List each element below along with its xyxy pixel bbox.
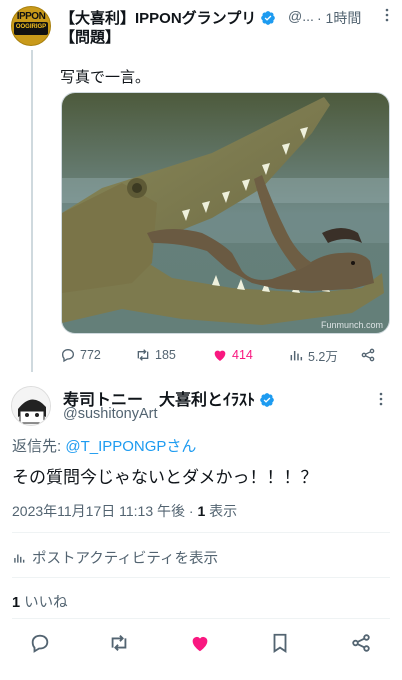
parent-header: 【大喜利】IPPONグランプリ @... · 1時間 【問題】 — [60, 6, 390, 46]
activity-icon — [14, 554, 25, 563]
post-timestamp[interactable]: 2023年11月17日 11:13 午後 · — [12, 503, 197, 519]
reply-count: 772 — [80, 348, 101, 362]
crocodile-photo — [62, 93, 389, 333]
heart-icon — [214, 350, 226, 361]
reply-author-handle[interactable]: @sushitonyArt — [63, 406, 158, 422]
post-photo[interactable]: Funmunch.com — [61, 92, 390, 334]
more-icon[interactable] — [374, 390, 388, 408]
views-button[interactable]: 5.2万 — [288, 346, 338, 364]
more-icon[interactable] — [380, 6, 394, 24]
divider — [12, 577, 390, 578]
ippon-avatar[interactable]: IPPON OOGIRIGP — [11, 6, 51, 46]
share-icon — [352, 634, 370, 652]
like-button[interactable]: 414 — [212, 346, 253, 364]
post-text: 写真で一言。 — [60, 69, 151, 86]
reply-like-count: 1 — [12, 595, 21, 611]
reply-button[interactable] — [29, 632, 53, 656]
repost-button[interactable]: 185 — [135, 346, 176, 364]
avatar-illustration — [12, 387, 50, 425]
repost-icon — [111, 635, 127, 651]
view-count: 5.2万 — [308, 349, 338, 364]
author-handle[interactable]: @... — [288, 8, 314, 24]
post-activity-link[interactable]: ポストアクティビティを表示 — [12, 547, 218, 568]
reply-button[interactable]: 772 — [60, 346, 101, 364]
post-time[interactable]: · 1時間 — [317, 8, 361, 28]
photo-credit: Funmunch.com — [320, 320, 383, 330]
divider — [12, 532, 390, 533]
divider — [12, 618, 390, 619]
reply-icon — [31, 634, 49, 653]
reply-action-bar — [0, 632, 402, 658]
repost-button[interactable] — [108, 632, 132, 656]
share-icon — [361, 348, 375, 362]
replying-to: 返信先: @T_IPPONGPさん — [12, 438, 197, 455]
bookmark-button[interactable] — [269, 632, 293, 656]
bookmark-icon — [273, 633, 287, 653]
share-button[interactable] — [360, 346, 376, 364]
repost-count: 185 — [155, 348, 176, 362]
verified-icon — [261, 11, 276, 25]
avatar-logo-text: IPPON — [16, 11, 46, 22]
like-summary[interactable]: 1 いいね — [12, 591, 68, 612]
post-metadata: 2023年11月17日 11:13 午後 · 1 表示 — [12, 503, 238, 519]
verified-icon — [260, 393, 275, 407]
thread-line — [31, 50, 33, 372]
like-count: 414 — [232, 348, 253, 362]
author-name[interactable]: 【大喜利】IPPONグランプリ — [60, 7, 276, 28]
sushitony-avatar[interactable] — [11, 386, 51, 426]
avatar-logo-subtext: OOGIRIGP — [15, 24, 47, 30]
parent-action-bar: 772 185 414 5.2万 — [60, 346, 386, 364]
share-button[interactable] — [350, 632, 374, 656]
author-name-line2: 【問題】 — [60, 29, 121, 46]
replying-to-link[interactable]: @T_IPPONGPさん — [65, 438, 196, 455]
heart-icon — [192, 636, 208, 652]
parent-tweet[interactable]: IPPON OOGIRIGP 【大喜利】IPPONグランプリ @... · 1時… — [0, 0, 402, 380]
like-button[interactable] — [189, 632, 213, 656]
repost-icon — [137, 349, 149, 361]
views-icon — [290, 351, 303, 361]
focused-reply-tweet: 寿司トニー 大喜利とｲﾗｽﾄ @sushitonyArt 返信先: @T_IPP… — [0, 380, 402, 680]
reply-text: その質問今じゃないとダメかっ！！！？ — [12, 468, 318, 487]
reply-icon — [61, 348, 75, 363]
